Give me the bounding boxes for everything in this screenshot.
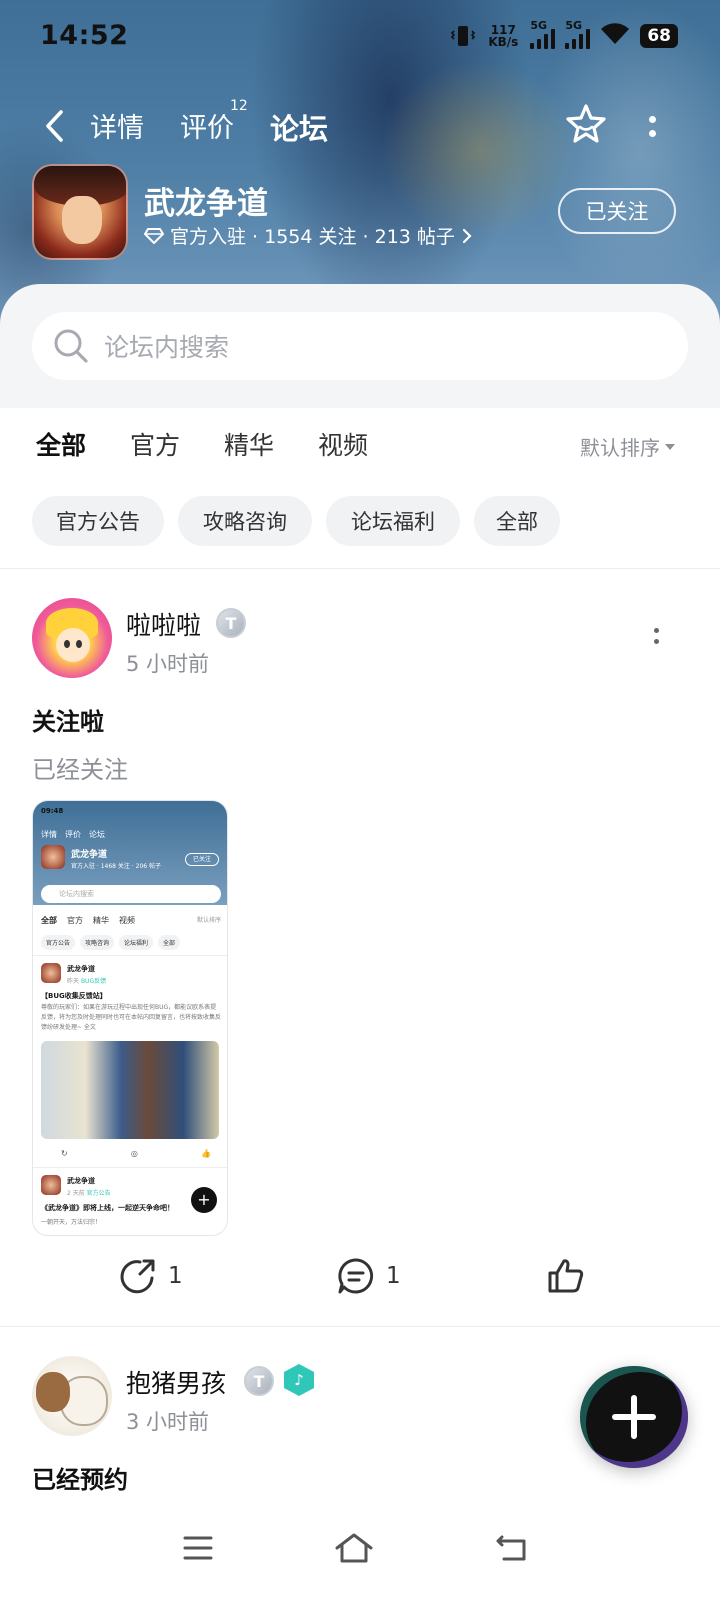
tab-forum[interactable]: 论坛 — [265, 106, 333, 151]
battery-icon: 68 — [640, 24, 678, 48]
diamond-icon — [144, 227, 164, 244]
filter-tab-official[interactable]: 官方 — [130, 426, 180, 462]
post-username[interactable]: 抱猪男孩 — [126, 1364, 226, 1400]
favorite-button[interactable] — [564, 102, 608, 146]
tab-details[interactable]: 详情 — [90, 106, 144, 145]
comment-button[interactable]: 1 — [336, 1256, 401, 1296]
more-vertical-icon[interactable] — [640, 104, 664, 148]
menu-icon[interactable] — [176, 1526, 220, 1570]
post-image[interactable]: 09:48 详情 评价 论坛 武龙争道 官方入驻 · 1468 关注 · 206… — [32, 800, 228, 1236]
status-bar: 14:52 117 KB/s 5G 5G 68 — [0, 0, 720, 74]
game-logo — [32, 164, 128, 260]
chip-official-notice[interactable]: 官方公告 — [32, 496, 164, 546]
filter-tabs: 全部 官方 精华 视频 默认排序 — [0, 408, 720, 480]
game-info: 武龙争道 官方入驻 · 1554 关注 · 213 帖子 已关注 — [32, 164, 692, 262]
create-post-button[interactable] — [580, 1366, 688, 1468]
search-placeholder: 论坛内搜索 — [104, 333, 230, 362]
top-nav: 详情 评价 12 论坛 — [0, 96, 720, 156]
post-actions: 1 1 — [0, 1246, 720, 1306]
comment-icon — [338, 1258, 374, 1294]
home-icon[interactable] — [332, 1526, 376, 1570]
post-time: 5 小时前 — [126, 652, 210, 676]
post-title[interactable]: 已经预约 — [32, 1460, 128, 1495]
thumbs-up-icon — [548, 1259, 584, 1293]
wifi-icon — [600, 22, 630, 50]
chip-all[interactable]: 全部 — [474, 496, 560, 546]
avatar[interactable] — [32, 598, 112, 678]
divider — [0, 1326, 720, 1327]
post-time: 3 小时前 — [126, 1410, 210, 1434]
avatar[interactable] — [32, 1356, 112, 1436]
divider — [0, 568, 720, 569]
tab-reviews[interactable]: 评价 — [180, 106, 234, 145]
chip-welfare[interactable]: 论坛福利 — [326, 496, 460, 546]
signal-icon: 5G — [565, 19, 591, 49]
level-badge: T — [244, 1366, 274, 1396]
category-chips: 官方公告 攻略咨询 论坛福利 全部 — [0, 488, 720, 548]
star-icon — [566, 104, 606, 143]
net-speed: 117 KB/s — [488, 23, 519, 49]
chip-guide[interactable]: 攻略咨询 — [178, 496, 312, 546]
back-icon — [46, 110, 63, 142]
share-icon — [120, 1259, 155, 1294]
music-badge-icon: ♪ — [284, 1364, 314, 1396]
status-time: 14:52 — [40, 20, 129, 51]
filter-tab-all[interactable]: 全部 — [36, 426, 86, 464]
like-button[interactable] — [546, 1256, 586, 1296]
system-nav-bar — [0, 1500, 720, 1600]
back-nav-icon[interactable] — [490, 1526, 534, 1570]
back-button[interactable] — [36, 106, 72, 146]
level-badge: T — [216, 608, 246, 638]
post-body[interactable]: 已经关注 — [32, 750, 128, 785]
game-title: 武龙争道 — [144, 186, 268, 222]
thumbnail-artwork — [41, 1041, 219, 1139]
post-title[interactable]: 关注啦 — [32, 702, 104, 737]
vibrate-icon — [450, 23, 476, 49]
sort-dropdown[interactable]: 默认排序 — [580, 432, 676, 461]
plus-icon — [612, 1395, 656, 1439]
review-count-badge: 12 — [230, 98, 248, 114]
share-button[interactable]: 1 — [118, 1256, 183, 1296]
caret-down-icon — [665, 443, 675, 450]
post-username[interactable]: 啦啦啦 — [126, 606, 201, 642]
signal-icon: 5G — [530, 19, 556, 49]
search-panel: 论坛内搜索 — [0, 284, 720, 408]
follow-button[interactable]: 已关注 — [558, 188, 676, 234]
search-icon — [54, 329, 88, 363]
filter-tab-video[interactable]: 视频 — [318, 426, 368, 462]
post-more-icon[interactable] — [646, 616, 666, 656]
filter-tab-featured[interactable]: 精华 — [224, 426, 274, 462]
chevron-right-icon — [462, 228, 472, 243]
search-input[interactable]: 论坛内搜索 — [32, 312, 688, 380]
game-meta[interactable]: 官方入驻 · 1554 关注 · 213 帖子 — [144, 222, 473, 249]
